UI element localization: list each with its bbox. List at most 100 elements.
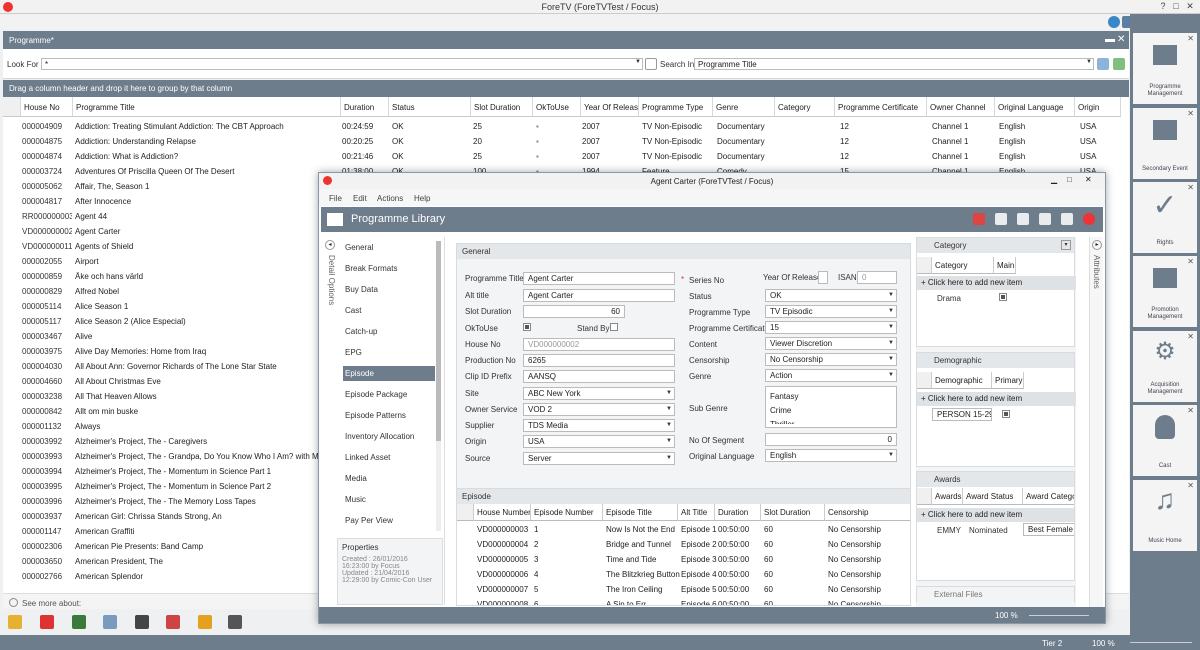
look-for-input[interactable]: * ▼ [41, 58, 643, 70]
episode-row[interactable]: VD000000006 4 The Blitzkrieg Button Episode… [457, 567, 910, 582]
col-header-episode-title[interactable]: Episode Title [603, 504, 678, 521]
content-select[interactable]: Viewer Discretion ▼ [765, 337, 897, 350]
production-no-input[interactable]: 6265 [523, 354, 675, 367]
tile-close-icon[interactable]: ✕ [1187, 406, 1194, 415]
col-header-censorship[interactable]: Censorship [825, 504, 910, 521]
collapse-nav-icon[interactable]: ◂ [325, 240, 335, 250]
col-header-slot-duration[interactable]: Slot Duration [471, 97, 533, 117]
episode-row[interactable]: VD000000008 6 A Sin to Err Episode 6 00:50:0… [457, 597, 910, 605]
nav-item-break-formats[interactable]: Break Formats [343, 261, 435, 276]
slot-duration-input[interactable]: 60 [523, 305, 625, 318]
demographic-primary-checkbox[interactable] [1002, 410, 1010, 418]
subgenre-item[interactable]: Thriller [770, 418, 892, 424]
tile-close-icon[interactable]: ✕ [1187, 34, 1194, 43]
year-of-release-input[interactable] [818, 271, 828, 284]
delete-icon[interactable] [40, 615, 54, 629]
clip-id-input[interactable]: AANSQ [523, 370, 675, 383]
status-select[interactable]: OK ▼ [765, 289, 897, 302]
chat-icon[interactable] [1108, 16, 1120, 28]
subgenre-item[interactable]: Fantasy [770, 390, 892, 404]
col-header-year[interactable]: Year Of Release [581, 97, 639, 117]
column-chooser-icon[interactable] [917, 257, 932, 274]
col-header-programme-title[interactable]: Programme Title [73, 97, 341, 117]
col-header-primary[interactable]: Primary [992, 372, 1024, 389]
col-header-house-no[interactable]: House No [21, 97, 73, 117]
demographic-add-row[interactable]: + Click here to add new item [917, 392, 1076, 406]
nav-item-cast[interactable]: Cast [343, 303, 435, 318]
owner-service-select[interactable]: VOD 2 ▼ [523, 403, 675, 416]
oktouse-checkbox[interactable] [523, 323, 531, 331]
expand-icon[interactable] [9, 598, 18, 607]
col-header-main[interactable]: Main [994, 257, 1016, 274]
table-row[interactable]: 000004875 Addiction: Understanding Relaps… [3, 134, 1129, 149]
nav-item-episode[interactable]: Episode [343, 366, 435, 381]
menu-edit[interactable]: Edit [353, 194, 367, 203]
shopping-bag-icon[interactable] [198, 615, 212, 629]
save-icon[interactable] [995, 213, 1007, 225]
col-header-duration[interactable]: Duration [341, 97, 389, 117]
nav-item-music[interactable]: Music [343, 492, 435, 507]
col-header-programme-type[interactable]: Programme Type [639, 97, 713, 117]
tile-acquisition-management[interactable]: ✕ ⚙ Acquisition Management [1133, 331, 1197, 402]
subgenre-item[interactable]: Crime [770, 404, 892, 418]
menu-actions[interactable]: Actions [377, 194, 403, 203]
nav-item-episode-package[interactable]: Episode Package [343, 387, 435, 402]
column-chooser-icon[interactable] [457, 504, 474, 521]
original-language-select[interactable]: English ▼ [765, 449, 897, 462]
column-chooser-icon[interactable] [3, 97, 21, 117]
col-header-award-status[interactable]: Award Status [963, 488, 1023, 505]
category-dropdown-icon[interactable]: ▾ [1061, 240, 1071, 250]
episode-row[interactable]: VD000000004 2 Bridge and Tunnel Episode 2 00… [457, 537, 910, 552]
external-files-section[interactable]: External Files [916, 586, 1075, 602]
column-chooser-icon[interactable] [917, 488, 932, 505]
category-item[interactable]: Drama [937, 294, 961, 303]
table-row[interactable]: 000004909 Addiction: Treating Stimulant A… [3, 119, 1129, 134]
dialog-close-button[interactable]: ✕ [1085, 175, 1092, 184]
search-icon[interactable] [645, 58, 657, 70]
col-header-house-number[interactable]: House Number [474, 504, 531, 521]
alt-title-input[interactable]: Agent Carter [523, 289, 675, 302]
episode-row[interactable]: VD000000003 1 Now Is Not the End Episode 10… [457, 522, 910, 537]
tile-secondary-event[interactable]: ✕ Secondary Event [1133, 108, 1197, 179]
award-category[interactable]: Best Female Lead [1023, 523, 1074, 536]
category-add-row[interactable]: + Click here to add new item [917, 276, 1076, 290]
origin-select[interactable]: USA ▼ [523, 435, 675, 448]
subgenre-list[interactable]: Fantasy Crime Thriller [765, 386, 897, 428]
col-header-owner-channel[interactable]: Owner Channel [927, 97, 995, 117]
censorship-select[interactable]: No Censorship ▼ [765, 353, 897, 366]
no-of-segment-input[interactable]: 0 [765, 433, 897, 446]
award-status[interactable]: Nominated [969, 526, 1008, 535]
schedule-icon[interactable] [103, 615, 117, 629]
standby-checkbox[interactable] [610, 323, 618, 331]
zoom-slider[interactable] [1130, 642, 1192, 643]
col-header-origin[interactable]: Origin [1075, 97, 1121, 117]
tile-close-icon[interactable]: ✕ [1187, 257, 1194, 266]
find-icon[interactable] [1097, 58, 1109, 70]
tile-close-icon[interactable]: ✕ [1187, 109, 1194, 118]
save-close-icon[interactable] [1017, 213, 1029, 225]
nav-scrollbar[interactable] [436, 241, 441, 531]
col-header-category[interactable]: Category [932, 257, 994, 274]
filter-icon[interactable] [1113, 58, 1125, 70]
expand-attributes-icon[interactable]: ▸ [1092, 240, 1102, 250]
close-circle-icon[interactable] [1083, 213, 1095, 225]
panel-close-icon[interactable]: ✕ [1117, 34, 1125, 45]
supplier-select[interactable]: TDS Media ▼ [523, 419, 675, 432]
tile-promotion-management[interactable]: ✕ Promotion Management [1133, 256, 1197, 327]
panel-pin-icon[interactable]: ▬ [1105, 34, 1115, 45]
col-header-duration[interactable]: Duration [715, 504, 761, 521]
nav-item-general[interactable]: General [343, 240, 435, 255]
certificate-select[interactable]: 15 ▼ [765, 321, 897, 334]
nav-item-media[interactable]: Media [343, 471, 435, 486]
dialog-maximize-button[interactable]: □ [1067, 175, 1072, 184]
tile-cast[interactable]: ✕ Cast [1133, 405, 1197, 476]
col-header-episode-number[interactable]: Episode Number [531, 504, 603, 521]
episode-row[interactable]: VD000000005 3 Time and Tide Episode 3 00:50:… [457, 552, 910, 567]
menu-help[interactable]: Help [414, 194, 430, 203]
awards-add-row[interactable]: + Click here to add new item [917, 508, 1074, 522]
col-header-status[interactable]: Status [389, 97, 471, 117]
col-header-award-category[interactable]: Award Category [1023, 488, 1074, 505]
save-new-icon[interactable] [1061, 213, 1073, 225]
col-header-original-language[interactable]: Original Language [995, 97, 1075, 117]
help-button[interactable]: ? [1157, 1, 1169, 12]
